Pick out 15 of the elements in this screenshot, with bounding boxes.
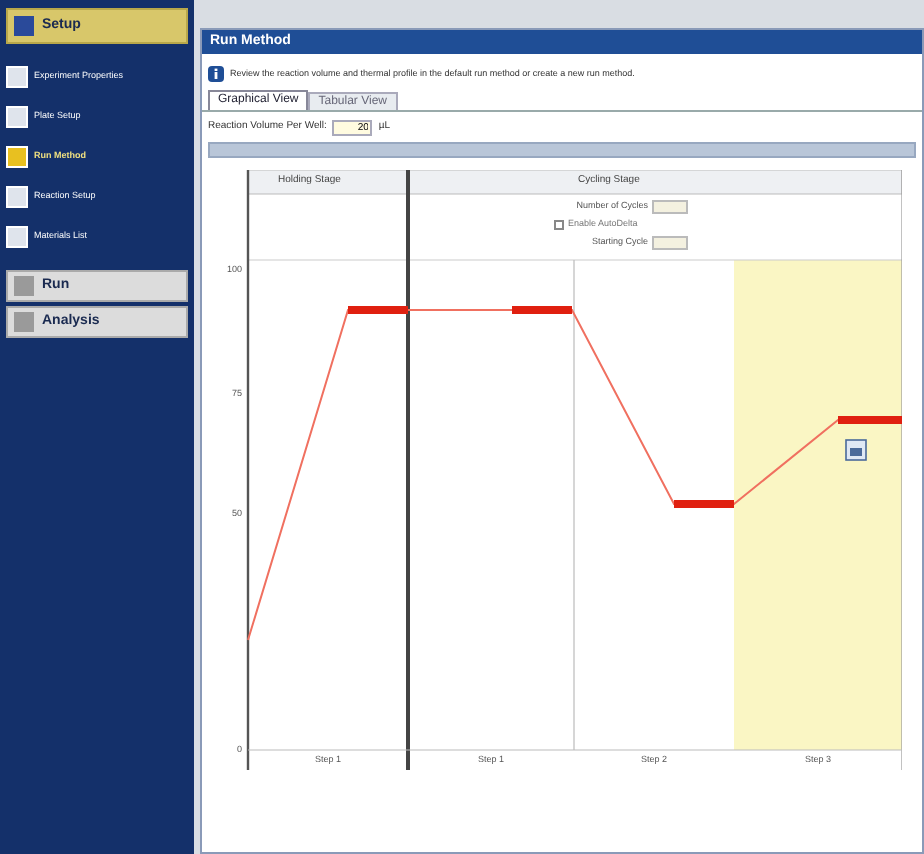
item-icon bbox=[6, 66, 28, 88]
section-icon bbox=[14, 16, 34, 36]
info-icon bbox=[208, 66, 224, 82]
hold-step-bar bbox=[512, 306, 572, 314]
item-icon bbox=[6, 106, 28, 128]
item-icon bbox=[6, 146, 28, 168]
item-icon bbox=[6, 186, 28, 208]
hold-step-bar bbox=[348, 306, 408, 314]
input-field[interactable] bbox=[652, 200, 688, 214]
chart-icon bbox=[845, 439, 867, 461]
input-field[interactable] bbox=[652, 236, 688, 250]
item-icon bbox=[6, 226, 28, 248]
hold-step-bar bbox=[674, 500, 734, 508]
hold-step-bar bbox=[838, 416, 902, 424]
checkbox[interactable] bbox=[554, 219, 564, 230]
